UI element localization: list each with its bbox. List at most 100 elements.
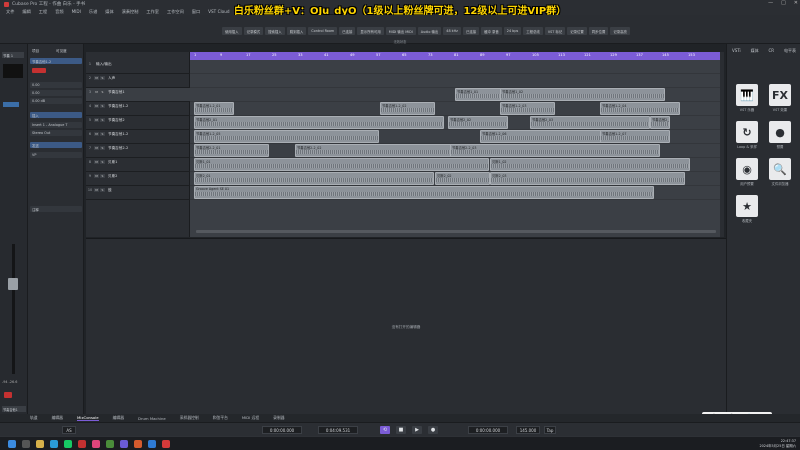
fx-icon[interactable]: FX	[769, 84, 791, 106]
solo-button[interactable]: S	[100, 90, 105, 94]
audio-event[interactable]: 节奏吉他1-2_07	[600, 130, 670, 143]
favorites-icon[interactable]: ★	[736, 195, 758, 217]
mute-button[interactable]: M	[94, 174, 99, 178]
inspector-track-name[interactable]: 节奏吉他1-2	[30, 58, 82, 64]
app-icon[interactable]	[134, 440, 142, 448]
track-row[interactable]: 8 M S 贝斯1	[86, 158, 190, 172]
marker-field[interactable]: AS	[62, 426, 76, 434]
volume-fader-track[interactable]	[12, 244, 15, 374]
app-icon[interactable]	[106, 440, 114, 448]
tab-drum-machine[interactable]: Drum Machine	[138, 416, 166, 421]
mute-button[interactable]: M	[94, 90, 99, 94]
tab-editor[interactable]: 编辑器	[52, 415, 63, 421]
tab-midi-remote[interactable]: MIDI 远程	[242, 415, 259, 421]
solo-button[interactable]: S	[100, 132, 105, 136]
inspector-notes[interactable]: 注释	[30, 206, 82, 212]
windows-start-icon[interactable]	[8, 440, 16, 448]
audio-event[interactable]: 节奏吉他2-2_01	[194, 144, 269, 157]
track-row[interactable]: 9 M S 贝斯2	[86, 172, 190, 186]
track-row[interactable]: 6 M S 节奏吉他1-2	[86, 130, 190, 144]
solo-button[interactable]: S	[100, 118, 105, 122]
audio-event[interactable]: 节奏吉他1-2_04	[600, 102, 680, 115]
record-button[interactable]	[32, 68, 46, 73]
audio-event[interactable]: 节奏吉他2_02	[448, 116, 508, 129]
app-icon[interactable]	[162, 440, 170, 448]
solo-button[interactable]: S	[100, 146, 105, 150]
audio-event[interactable]: 贝斯2_02	[435, 172, 490, 185]
mute-button[interactable]: M	[94, 76, 99, 80]
project-arranger[interactable]: 1 9 17 25 33 41 49 57 65 73 81 89 97 105 113 121 129 137 1…	[190, 52, 720, 237]
stop-button[interactable]: ■	[396, 426, 406, 434]
tab-media[interactable]: 媒体	[751, 48, 759, 54]
track-row[interactable]: 1 输入/输出	[86, 60, 190, 74]
tap-tempo-button[interactable]: Tap	[544, 426, 556, 434]
toolbar-button[interactable]: 记录位置	[567, 27, 587, 35]
audio-event[interactable]: 节奏吉他2_01	[194, 116, 444, 129]
audio-event[interactable]: 贝斯1_01	[194, 158, 489, 171]
toolbar-button[interactable]: 同步位置	[588, 27, 609, 35]
audio-event[interactable]: 节奏吉他2_03	[530, 116, 650, 129]
solo-button[interactable]: S	[100, 104, 105, 108]
track-row[interactable]: 2 M S 人声	[86, 74, 190, 88]
toolbar-button[interactable]: 记录高亮	[610, 27, 630, 35]
tab-chord-pads[interactable]: 和弦平台	[213, 415, 228, 421]
file-explorer-icon[interactable]	[36, 440, 44, 448]
tab-editor-2[interactable]: 编辑器	[113, 415, 124, 421]
mute-button[interactable]: M	[94, 118, 99, 122]
audio-event[interactable]: 贝斯2_01	[194, 172, 434, 185]
inspector-vp-section[interactable]: VP	[30, 152, 82, 158]
app-icon[interactable]	[148, 440, 156, 448]
audio-event[interactable]: 节奏吉他2_04	[650, 116, 670, 129]
tab-control-room[interactable]: CR	[769, 48, 775, 54]
mute-button[interactable]: M	[94, 160, 99, 164]
toolbar-button[interactable]: 已连接	[462, 27, 480, 35]
tab-meter[interactable]: 电平表	[784, 48, 796, 54]
mute-button[interactable]: M	[94, 146, 99, 150]
audio-event[interactable]: 贝斯2_03	[490, 172, 685, 185]
right-locator-display[interactable]: 0:00:00.000	[468, 426, 508, 434]
presets-icon[interactable]: ●	[769, 121, 791, 143]
toolbar-button[interactable]: Audio 输出	[417, 27, 442, 35]
system-clock[interactable]: 22:47:37 2024年5月25日 星期六	[759, 439, 796, 449]
mute-button[interactable]: M	[94, 104, 99, 108]
search-icon[interactable]	[22, 440, 30, 448]
solo-button[interactable]: S	[100, 174, 105, 178]
track-row[interactable]: 5 M S 节奏吉他2	[86, 116, 190, 130]
audio-event[interactable]: Groove Agent SE 01	[194, 186, 654, 199]
vertical-scrollbar[interactable]	[720, 52, 724, 237]
inspector-insert-slot[interactable]: Insert 1 - Analogue T	[30, 122, 82, 128]
toolbar-button[interactable]: 已连接	[339, 27, 356, 35]
tab-mixconsole[interactable]: MixConsole	[76, 415, 99, 421]
horizontal-scrollbar[interactable]	[196, 230, 716, 233]
toolbar-button[interactable]: 24 bps	[503, 27, 522, 35]
audio-event[interactable]: 节奏吉他1-2_03	[500, 102, 555, 115]
toolbar-button[interactable]: 使用插入	[222, 27, 242, 35]
inspector-output-routing[interactable]: Stereo Out	[30, 130, 82, 136]
toolbar-button[interactable]: 跳到插入	[286, 27, 307, 35]
audio-event[interactable]: 节奏吉他2-2_03	[450, 144, 660, 157]
left-locator-display[interactable]: 0:00:00.000	[262, 426, 302, 434]
tab-sampler-control[interactable]: 采样器控制	[180, 415, 199, 421]
position-display[interactable]: 0:04:09.531	[318, 426, 358, 434]
app-icon[interactable]	[120, 440, 128, 448]
toolbar-button[interactable]: 工程总线	[523, 27, 543, 35]
audio-event[interactable]: 节奏吉他1-2_01	[194, 102, 234, 115]
toolbar-button[interactable]: 搜索插入	[265, 27, 285, 35]
inspector-inserts-header[interactable]: 插入	[30, 112, 82, 118]
toolbar-button[interactable]: Control Room	[308, 27, 338, 35]
track-row[interactable]: 3 M S 节奏吉他1	[86, 88, 190, 102]
solo-button[interactable]: S	[100, 160, 105, 164]
track-row[interactable]: 10 M S 鼓	[86, 186, 190, 200]
record-enable-button[interactable]	[4, 392, 12, 398]
toolbar-button[interactable]: 48 kHz	[443, 27, 461, 35]
audio-event[interactable]: 节奏吉他1-2_02	[380, 102, 435, 115]
tempo-display[interactable]: 145.000	[516, 426, 540, 434]
inspector-tab-visibility[interactable]: 可见度	[56, 49, 67, 54]
track-row[interactable]: 4 M S 节奏吉他1-2	[86, 102, 190, 116]
timeline-ruler[interactable]: 1 9 17 25 33 41 49 57 65 73 81 89 97 105 113 121 129 137 1…	[190, 52, 720, 60]
inspector-sends-header[interactable]: 发送	[30, 142, 82, 148]
arranger-lane[interactable]	[190, 60, 720, 74]
inspector-pan[interactable]: 0.00	[30, 90, 82, 96]
inspector-volume[interactable]: 0.00	[30, 82, 82, 88]
tab-recorder[interactable]: 录制器	[273, 415, 284, 421]
